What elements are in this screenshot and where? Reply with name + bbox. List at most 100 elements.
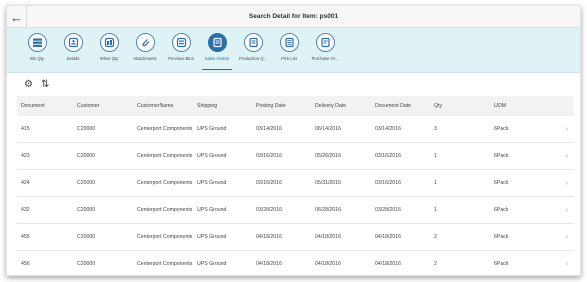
table-cell: Centerport Components <box>137 234 193 240</box>
table-cell: C20000 <box>77 180 96 186</box>
tile-label: Details <box>66 56 80 61</box>
pick-list-icon <box>279 33 299 52</box>
table-cell: 456 <box>21 261 30 267</box>
table-cell: Centerport Components <box>137 261 193 267</box>
table-cell: 03/14/2016 <box>256 126 282 132</box>
sales-orders-icon <box>207 33 227 52</box>
table-cell: UPS Ground <box>197 207 227 213</box>
table-row[interactable]: 455 C20000 Centerport Components UPS Ground… <box>17 224 574 251</box>
table-cell: C20000 <box>77 153 96 159</box>
table-cell: 424 <box>21 180 30 186</box>
attachments-icon <box>135 33 155 52</box>
gear-icon[interactable]: ⚙ <box>24 79 33 90</box>
table-cell: 6Pack <box>494 261 509 267</box>
production-icon <box>243 33 263 52</box>
page-title: Search Detail for Item: ps001 <box>248 13 339 20</box>
table-cell: UPS Ground <box>197 261 227 267</box>
details-icon <box>63 33 83 52</box>
table-cell: 2 <box>434 234 437 240</box>
warehouse-qty-icon <box>99 33 119 52</box>
table-cell: Centerport Components <box>137 180 193 186</box>
grid-toolbar: ⚙ ⇅ <box>7 73 580 95</box>
tile-label: Whse Qty <box>99 56 119 61</box>
function-tile-bar: Bin Qty Details Whse Qty Attachments Previou… <box>7 28 580 73</box>
grid-body: 415 C20000 Centerport Components UPS Ground… <box>17 116 574 275</box>
sort-icon[interactable]: ⇅ <box>41 79 49 90</box>
table-cell: 03/16/2016 <box>375 153 401 159</box>
app-window: ← Search Detail for Item: ps001 Bin Qty D… <box>6 5 581 276</box>
column-header[interactable]: Document Date <box>371 103 430 109</box>
previous-bins-icon <box>171 33 191 52</box>
column-header[interactable]: Delivery Date <box>311 103 371 109</box>
table-cell: 03/16/2016 <box>375 180 401 186</box>
tile-label: Production Q... <box>239 56 267 61</box>
column-header[interactable]: Shipping <box>193 103 252 109</box>
table-cell: 06/28/2016 <box>315 207 341 213</box>
table-cell: 04/18/2016 <box>315 234 341 240</box>
table-cell: 3 <box>434 126 437 132</box>
table-cell: 1 <box>434 153 437 159</box>
tile-details[interactable]: Details <box>55 33 91 61</box>
column-header[interactable]: CustomerName <box>133 103 193 109</box>
tile-purchase-orders[interactable]: Purchase Or... <box>307 33 343 61</box>
chevron-right-icon: › <box>565 260 568 268</box>
table-cell: 04/18/2016 <box>256 234 282 240</box>
table-cell: 6Pack <box>494 126 509 132</box>
tile-previous-bins[interactable]: Previous Bins <box>163 33 199 61</box>
back-button[interactable]: ← <box>7 6 27 28</box>
column-header[interactable]: Posting Date <box>252 103 311 109</box>
column-header[interactable]: Qty <box>430 103 490 109</box>
table-row[interactable]: 415 C20000 Centerport Components UPS Ground… <box>17 116 574 143</box>
table-cell: 03/16/2016 <box>256 153 282 159</box>
table-cell: 04/18/2016 <box>256 261 282 267</box>
purchase-orders-icon <box>315 33 335 52</box>
tile-label: Purchase Or... <box>311 56 339 61</box>
chevron-right-icon: › <box>565 179 568 187</box>
table-cell: C20000 <box>77 261 96 267</box>
table-cell: 04/18/2016 <box>375 234 401 240</box>
table-cell: C20000 <box>77 207 96 213</box>
tile-pick-list[interactable]: Pick List <box>271 33 307 61</box>
tile-label: Pick List <box>281 56 297 61</box>
table-cell: C20000 <box>77 126 96 132</box>
table-cell: 03/14/2016 <box>375 126 401 132</box>
table-row[interactable]: 424 C20000 Centerport Components UPS Ground… <box>17 170 574 197</box>
table-cell: 05/26/2016 <box>315 153 341 159</box>
chevron-right-icon: › <box>565 233 568 241</box>
column-header[interactable]: Customer <box>73 103 133 109</box>
table-cell: 2 <box>434 261 437 267</box>
table-cell: 6Pack <box>494 234 509 240</box>
table-row[interactable]: 456 C20000 Centerport Components UPS Ground… <box>17 251 574 275</box>
tile-label: Attachments <box>133 56 157 61</box>
table-cell: 05/31/2016 <box>315 180 341 186</box>
table-row[interactable]: 432 C20000 Centerport Components UPS Ground… <box>17 197 574 224</box>
table-cell: 455 <box>21 234 30 240</box>
tile-sales-orders[interactable]: Sales Orders <box>199 33 235 70</box>
table-cell: Centerport Components <box>137 126 193 132</box>
tile-warehouse-qty[interactable]: Whse Qty <box>91 33 127 61</box>
table-cell: 415 <box>21 126 30 132</box>
table-cell: 432 <box>21 207 30 213</box>
title-bar: ← Search Detail for Item: ps001 <box>7 6 580 28</box>
table-cell: Centerport Components <box>137 207 193 213</box>
table-cell: UPS Ground <box>197 126 227 132</box>
table-cell: 03/28/2016 <box>256 207 282 213</box>
tile-label: Previous Bins <box>168 56 194 61</box>
tile-production[interactable]: Production Q... <box>235 33 271 61</box>
table-cell: 06/14/2016 <box>315 126 341 132</box>
tile-attachments[interactable]: Attachments <box>127 33 163 61</box>
table-cell: 6Pack <box>494 207 509 213</box>
column-header[interactable]: UOM <box>490 103 550 109</box>
tile-label: Bin Qty <box>30 56 44 61</box>
table-cell: 1 <box>434 207 437 213</box>
tile-bin-qty[interactable]: Bin Qty <box>19 33 55 61</box>
table-cell: 1 <box>434 180 437 186</box>
tile-label: Sales Orders <box>204 56 230 61</box>
table-cell: UPS Ground <box>197 234 227 240</box>
grid-header: Document Customer CustomerName Shipping Post… <box>17 96 574 116</box>
column-header[interactable]: Document <box>17 103 73 109</box>
table-cell: Centerport Components <box>137 153 193 159</box>
chevron-right-icon: › <box>565 206 568 214</box>
table-row[interactable]: 423 C20000 Centerport Components UPS Ground… <box>17 143 574 170</box>
table-cell: 03/28/2016 <box>375 207 401 213</box>
